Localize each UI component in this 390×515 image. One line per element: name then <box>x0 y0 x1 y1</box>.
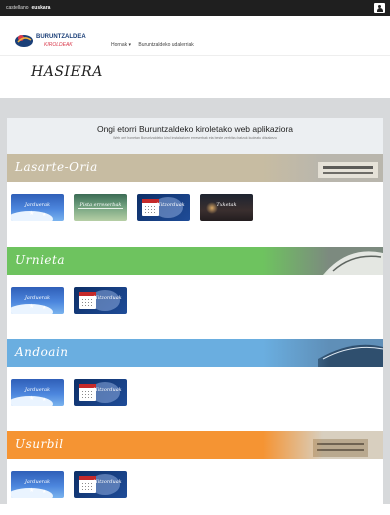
welcome-subtext: Web orri honetan Buruntzaldeko kirol ins… <box>113 136 277 140</box>
tile-label: Hitzorduak <box>156 202 185 208</box>
section-andoain: Andoain ★ ★ Jarduerak Hitzorduak <box>7 339 383 423</box>
section-header[interactable]: Usurbil <box>7 431 383 459</box>
section-header[interactable]: Andoain <box>7 339 383 367</box>
tile-jarduerak[interactable]: ★ ★ Jarduerak <box>11 194 64 221</box>
welcome-banner: Ongi etorri Buruntzaldeko kiroletako web… <box>7 118 383 154</box>
tile-jarduerak[interactable]: ★ ★ Jarduerak <box>11 379 64 406</box>
navbar: BURUNTZALDEA KIROLDEAK Hornak ▾ Buruntza… <box>0 16 390 56</box>
user-icon[interactable] <box>374 3 385 13</box>
tile-hitzorduak[interactable]: Hitzorduak <box>74 287 127 314</box>
tile-label: Pista erreserbak <box>79 202 122 208</box>
menu-item-udalerriak[interactable]: Buruntzaldeko udalerriak <box>138 42 193 48</box>
brand-name: BURUNTZALDEA <box>36 34 86 40</box>
section-title: Andoain <box>15 345 69 359</box>
section-header[interactable]: Urnieta <box>7 247 383 275</box>
tile-label: Jarduerak <box>24 202 51 208</box>
section-urnieta: Urnieta ★ ★ Jarduerak Hitzorduak <box>7 247 383 331</box>
tile-row: ★ ★ Jarduerak Pista erreserbak Hitzorduak… <box>7 182 383 238</box>
building-photo <box>263 247 383 275</box>
tile-pista-erreserbak[interactable]: Pista erreserbak <box>74 194 127 221</box>
tile-row: ★ ★ Jarduerak Hitzorduak <box>7 459 383 515</box>
page-title: HASIERA <box>31 64 103 80</box>
tile-txketak[interactable]: Txketak <box>200 194 253 221</box>
brand-subtitle: KIROLDEAK <box>44 42 73 48</box>
welcome-heading: Ongi etorri Buruntzaldeko kiroletako web… <box>96 124 294 134</box>
building-photo <box>263 339 383 367</box>
top-bar: castellano euskara <box>0 0 390 16</box>
tile-label: Hitzorduak <box>93 295 122 301</box>
tile-jarduerak[interactable]: ★ ★ Jarduerak <box>11 287 64 314</box>
lang-castellano[interactable]: castellano <box>6 5 29 11</box>
tile-hitzorduak[interactable]: Hitzorduak <box>137 194 190 221</box>
tile-hitzorduak[interactable]: Hitzorduak <box>74 471 127 498</box>
menu-item-hornak[interactable]: Hornak ▾ <box>111 42 131 48</box>
lang-euskara[interactable]: euskara <box>32 5 51 11</box>
section-lasarte-oria: Lasarte-Oria ★ ★ Jarduerak Pista erreserb… <box>7 154 383 238</box>
tile-row: ★ ★ Jarduerak Hitzorduak <box>7 367 383 423</box>
tile-jarduerak[interactable]: ★ ★ Jarduerak <box>11 471 64 498</box>
logo[interactable]: BURUNTZALDEA KIROLDEAK <box>14 30 94 54</box>
tile-label: Hitzorduak <box>93 387 122 393</box>
section-title: Lasarte-Oria <box>15 160 98 174</box>
section-usurbil: Usurbil ★ ★ Jarduerak Hitzorduak <box>7 431 383 515</box>
building-photo <box>263 431 383 459</box>
tile-label: Txketak <box>216 202 237 208</box>
tile-row: ★ ★ Jarduerak Hitzorduak <box>7 275 383 331</box>
section-title: Usurbil <box>15 437 64 451</box>
tile-label: Jarduerak <box>24 295 51 301</box>
tile-label: Jarduerak <box>24 479 51 485</box>
tile-hitzorduak[interactable]: Hitzorduak <box>74 379 127 406</box>
tile-label: Hitzorduak <box>93 479 122 485</box>
building-photo <box>263 154 383 182</box>
main-menu: Hornak ▾ Buruntzaldeko udalerriak <box>111 42 200 48</box>
tile-label: Jarduerak <box>24 387 51 393</box>
section-header[interactable]: Lasarte-Oria <box>7 154 383 182</box>
wave-divider <box>0 98 390 110</box>
runner-logo-icon <box>15 35 33 47</box>
section-title: Urnieta <box>15 253 65 267</box>
